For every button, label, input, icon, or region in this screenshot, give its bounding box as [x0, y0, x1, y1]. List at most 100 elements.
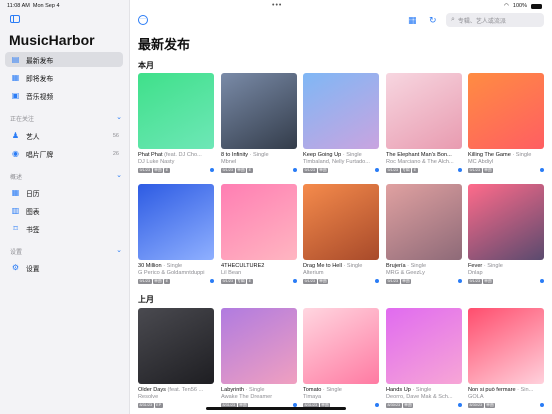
release-tag: 9/1/23	[386, 167, 400, 173]
release-tag: E	[164, 278, 170, 284]
unread-dot	[458, 168, 462, 172]
video-icon: ▣	[11, 91, 20, 100]
album-artwork[interactable]	[303, 73, 379, 149]
status-time: 11:08 AM Mon Sep 4	[7, 3, 60, 9]
album-artwork[interactable]	[221, 308, 297, 384]
battery-icon	[531, 3, 542, 9]
more-options-button[interactable]: ···	[138, 15, 148, 25]
release-card[interactable]: Fever · Single Dnlap 9/1/23 单曲	[468, 184, 544, 284]
release-artist: Roc Marciano & The Alch...	[386, 159, 454, 165]
release-card[interactable]: 4THECULTURE2 Lil Bean 9/1/23 专辑 E	[221, 184, 297, 284]
release-tag: 单曲	[482, 278, 494, 284]
bookmark-icon: ⌑	[13, 224, 18, 233]
album-artwork[interactable]	[468, 184, 544, 260]
release-tag: E	[247, 167, 253, 173]
release-tag: 单曲	[317, 278, 329, 284]
sidebar-item-label: 图表	[26, 208, 40, 216]
release-tag: 9/1/23	[303, 167, 317, 173]
release-tag: 9/1/23	[138, 278, 152, 284]
search-field[interactable]: ⌕ 专辑、艺人或流派	[446, 13, 544, 27]
release-card[interactable]: Drag Me to Hell · Single Alterium 9/1/23 单曲	[303, 184, 379, 284]
chart-icon: ▥	[11, 206, 20, 215]
section-header-settings[interactable]: 设置 ⌄	[10, 247, 122, 256]
sidebar-toggle-icon[interactable]	[10, 15, 20, 23]
sidebar-item-music-videos[interactable]: ▣ 音乐视频	[5, 88, 123, 103]
album-artwork[interactable]	[386, 308, 462, 384]
sidebar-item-label: 即将发布	[26, 75, 54, 83]
release-card[interactable]: Phat Phat (feat. DJ Cho... DJ Luke Nasty 9…	[138, 73, 214, 173]
release-tags: 9/1/23 单曲 E	[138, 167, 214, 173]
page-title: 最新发布	[138, 37, 191, 52]
sidebar-item-label: 日历	[26, 190, 40, 198]
release-tags: 9/1/23 单曲 E	[221, 167, 297, 173]
album-artwork[interactable]	[138, 308, 214, 384]
release-tag: 9/1/23	[221, 278, 235, 284]
home-indicator[interactable]	[206, 407, 346, 410]
multitasking-indicator[interactable]: •••	[272, 2, 282, 9]
album-artwork[interactable]	[468, 308, 544, 384]
section-title-this-month: 本月	[138, 61, 154, 70]
chevron-down-icon: ⌄	[116, 172, 122, 179]
album-artwork[interactable]	[386, 184, 462, 260]
sidebar: MusicHarbor ▤ 最新发布 ▦ 即将发布 ▣ 音乐视频 正在关注 ⌄ ♟…	[0, 0, 130, 414]
release-tag: 单曲	[235, 167, 247, 173]
sidebar-item-artists[interactable]: ♟ 艺人 56	[5, 128, 123, 143]
release-card[interactable]: Labyrinth · Single Awake The Dreamer 8/31/…	[221, 308, 297, 408]
album-artwork[interactable]	[138, 184, 214, 260]
release-artist: Deorro, Dave Mak & Sch...	[386, 394, 453, 400]
release-card[interactable]: Non si può fermare · Sin... GOLA 8/30/23 单曲	[468, 308, 544, 408]
release-artist: Dnlap	[468, 270, 483, 276]
sidebar-item-charts[interactable]: ▥ 图表	[5, 203, 123, 218]
release-card[interactable]: Older Days (feat. Ten56 ... Resolve 8/31/2…	[138, 308, 214, 408]
sidebar-item-upcoming[interactable]: ▦ 即将发布	[5, 70, 123, 85]
sidebar-item-label: 音乐视频	[26, 93, 54, 101]
release-card[interactable]: 8 to Infinity · Single Mbnel 9/1/23 单曲 E	[221, 73, 297, 173]
sidebar-item-labels[interactable]: ◉ 唱片厂牌 26	[5, 146, 123, 161]
sidebar-item-bookmarks[interactable]: ⌑ 书签	[5, 221, 123, 236]
release-card[interactable]: Hands Up · Single Deorro, Dave Mak & Sch.…	[386, 308, 462, 408]
battery-percent: 100%	[512, 3, 527, 9]
section-header-following[interactable]: 正在关注 ⌄	[10, 114, 122, 123]
release-card[interactable]: The Elephant Man's Bon... Roc Marciano &…	[386, 73, 462, 173]
release-artist: GOLA	[468, 394, 484, 400]
release-tag: EP	[154, 402, 163, 408]
release-tags: 9/1/23 单曲	[468, 167, 544, 173]
sidebar-item-settings[interactable]: ⚙ 设置	[5, 260, 123, 275]
album-icon: ▤	[11, 55, 20, 64]
album-artwork[interactable]	[221, 73, 297, 149]
release-artist: Mbnel	[221, 159, 237, 165]
release-card[interactable]: 30 Million · Single G Perico & Goldamntdu…	[138, 184, 214, 284]
release-title: Keep Going Up · Single	[303, 152, 362, 158]
sidebar-item-calendar[interactable]: ▦ 日历	[5, 185, 123, 200]
section-header-overview[interactable]: 概述 ⌄	[10, 172, 122, 181]
release-tag: 8/30/23	[386, 402, 402, 408]
calendar-clock-icon: ▦	[11, 73, 20, 82]
release-card[interactable]: Killing The Game · Single MC Abdiyl 9/1/23…	[468, 73, 544, 173]
release-artist: G Perico & Goldamntduppi	[138, 270, 205, 276]
release-card[interactable]: Brujería · Single MRG & GeezLy 9/1/23 单曲	[386, 184, 462, 284]
grid-view-icon[interactable]: ▦	[408, 15, 417, 26]
release-tag: 单曲	[484, 402, 496, 408]
count-badge: 56	[112, 132, 119, 139]
refresh-icon[interactable]: ↻	[429, 15, 437, 26]
release-tags: 9/1/23 单曲	[386, 278, 462, 284]
status-bar: 11:08 AM Mon Sep 4 ••• ◠ 100%	[0, 0, 552, 12]
album-artwork[interactable]	[138, 73, 214, 149]
release-title: 4THECULTURE2	[221, 263, 265, 269]
album-artwork[interactable]	[221, 184, 297, 260]
release-tag: E	[164, 167, 170, 173]
release-tags: 8/30/23 单曲	[386, 402, 462, 408]
release-card[interactable]: Keep Going Up · Single Timbaland, Nelly F…	[303, 73, 379, 173]
unread-dot	[458, 279, 462, 283]
search-icon: ⌕	[451, 16, 455, 23]
main-content: ··· ▦ ↻ ⌕ 专辑、艺人或流派 最新发布 本月 上月 Phat Phat …	[131, 0, 552, 414]
album-artwork[interactable]	[303, 184, 379, 260]
album-artwork[interactable]	[468, 73, 544, 149]
sidebar-item-latest[interactable]: ▤ 最新发布	[5, 52, 123, 67]
release-title: The Elephant Man's Bon...	[386, 152, 452, 158]
release-tags: 8/30/23 单曲	[468, 402, 544, 408]
release-card[interactable]: Tomato · Single Timaya 8/31/23 单曲	[303, 308, 379, 408]
album-artwork[interactable]	[303, 308, 379, 384]
album-artwork[interactable]	[386, 73, 462, 149]
count-badge: 26	[112, 150, 119, 157]
